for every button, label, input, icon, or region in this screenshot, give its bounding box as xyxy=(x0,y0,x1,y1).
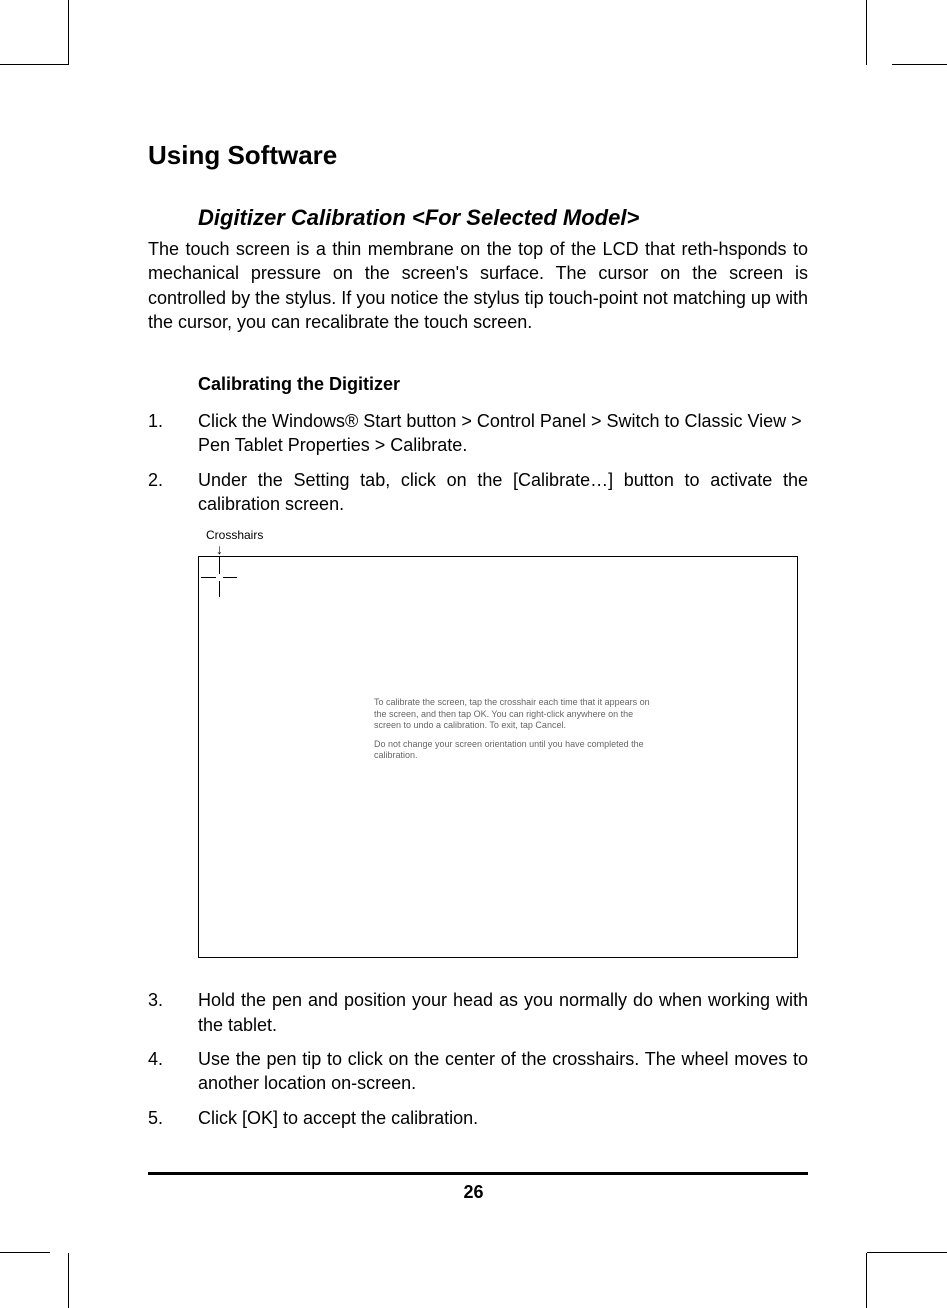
crop-mark xyxy=(0,64,68,65)
list-item: 1. Click the Windows® Start button > Con… xyxy=(148,409,808,458)
crop-mark xyxy=(866,0,867,65)
intro-paragraph: The touch screen is a thin membrane on t… xyxy=(148,237,808,334)
crop-mark xyxy=(68,1253,69,1308)
subsection-title: Digitizer Calibration <For Selected Mode… xyxy=(198,205,808,231)
step-heading: Calibrating the Digitizer xyxy=(198,374,808,395)
footer-rule xyxy=(148,1172,808,1175)
list-item: 3. Hold the pen and position your head a… xyxy=(148,988,808,1037)
crop-mark xyxy=(866,1253,867,1308)
crop-mark xyxy=(892,64,947,65)
down-arrow-icon: ↓ xyxy=(198,544,798,554)
step-text: Use the pen tip to click on the center o… xyxy=(198,1047,808,1096)
page-content: Using Software Digitizer Calibration <Fo… xyxy=(148,140,808,1140)
steps-list-cont: 3. Hold the pen and position your head a… xyxy=(148,988,808,1129)
calibration-screen: To calibrate the screen, tap the crossha… xyxy=(198,556,798,958)
crop-mark xyxy=(867,1252,947,1253)
step-number: 4. xyxy=(148,1047,198,1096)
calibration-instructions: To calibrate the screen, tap the crossha… xyxy=(374,697,654,769)
step-text: Hold the pen and position your head as y… xyxy=(198,988,808,1037)
calibration-figure: Crosshairs ↓ To calibrate the screen, ta… xyxy=(198,528,798,958)
list-item: 5. Click [OK] to accept the calibration. xyxy=(148,1106,808,1130)
page-number: 26 xyxy=(0,1182,947,1203)
step-number: 5. xyxy=(148,1106,198,1130)
step-number: 1. xyxy=(148,409,198,458)
list-item: 4. Use the pen tip to click on the cente… xyxy=(148,1047,808,1096)
step-text: Click [OK] to accept the calibration. xyxy=(198,1106,808,1130)
step-number: 3. xyxy=(148,988,198,1037)
step-text: Click the Windows® Start button > Contro… xyxy=(198,409,808,458)
crop-mark xyxy=(0,1252,50,1253)
crop-mark xyxy=(68,0,69,65)
crosshair-icon xyxy=(216,574,223,581)
calibration-msg-2: Do not change your screen orientation un… xyxy=(374,739,654,762)
list-item: 2. Under the Setting tab, click on the [… xyxy=(148,468,808,517)
step-number: 2. xyxy=(148,468,198,517)
section-title: Using Software xyxy=(148,140,808,171)
crosshairs-label: Crosshairs xyxy=(198,528,798,542)
step-text: Under the Setting tab, click on the [Cal… xyxy=(198,468,808,517)
steps-list: 1. Click the Windows® Start button > Con… xyxy=(148,409,808,516)
calibration-msg-1: To calibrate the screen, tap the crossha… xyxy=(374,697,654,731)
